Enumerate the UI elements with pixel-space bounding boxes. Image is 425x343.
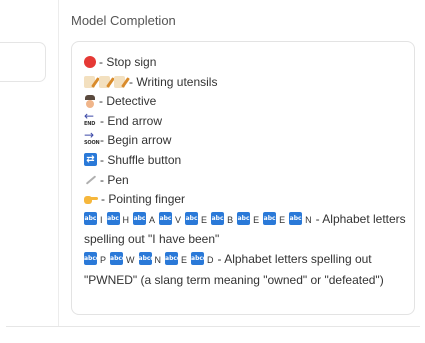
item-text: - Detective	[99, 94, 157, 109]
detective-icon	[84, 95, 96, 109]
letter-tile: abcdE	[165, 250, 190, 271]
writing-icon	[84, 75, 95, 88]
list-item: - Stop sign	[84, 53, 408, 73]
tile-letter: E	[201, 214, 208, 225]
item-text: - End arrow	[100, 113, 163, 128]
soon-arrow-icon: → SOON	[84, 128, 100, 147]
completion-box: - Stop sign - Writing utensils - Detecti…	[71, 41, 415, 315]
letter-tile: abc E	[185, 210, 210, 231]
item-text: - Shuffle button	[100, 152, 182, 167]
pen-icon	[84, 174, 97, 186]
abc-tile-icon: abc	[263, 211, 277, 225]
list-item: - Pen	[84, 171, 408, 191]
letter-tile: abc E	[263, 210, 288, 231]
abc-tile-icon: abc	[84, 211, 97, 225]
tile-letter: A	[149, 214, 156, 225]
alphabet-line: abc Iabc Habc Aabc Vabc Eabc Babc Eabc Eabc N - Al…	[84, 210, 408, 250]
letter-tile: abcdN	[138, 250, 165, 271]
tile-letter: D	[207, 254, 214, 265]
letter-tile: abc H	[106, 210, 133, 231]
alphabet-tiles: abc Iabc Habc Aabc Vabc Eabc Babc Eabc Eabc N	[84, 211, 316, 226]
list-item: ⇄ - Shuffle button	[84, 151, 408, 171]
abc-tile-icon: abcd	[165, 251, 179, 265]
red-circle-icon	[84, 56, 96, 68]
tile-letter: H	[122, 214, 130, 225]
writing-icon	[99, 75, 110, 88]
abc-tile-icon: abcd	[138, 251, 152, 265]
item-text: - Stop sign	[99, 55, 157, 69]
abc-tile-icon: abcd	[110, 251, 124, 265]
item-text: - Begin arrow	[100, 133, 172, 148]
abc-tile-icon: abc	[289, 211, 303, 225]
letter-tile: abcdW	[110, 250, 138, 271]
pwned-line: abcdPabcdWabcdNabcdEabcdD- Alphabet lett…	[84, 250, 408, 290]
left-panel-input-box[interactable]	[0, 42, 46, 82]
end-arrow-icon: ← END	[84, 108, 96, 127]
abc-tile-icon: abc	[159, 211, 173, 225]
abc-tile-icon: abc	[185, 211, 199, 225]
shuffle-icon: ⇄	[84, 152, 97, 166]
tile-letter: V	[175, 214, 182, 225]
panel-title: Model Completion	[71, 13, 176, 28]
letter-tile: abc I	[84, 210, 106, 231]
letter-tile: abcdD	[191, 250, 217, 271]
list-item: - Detective	[84, 92, 408, 112]
arrow-word: SOON	[84, 140, 100, 147]
pwned-tiles: abcdPabcdWabcdNabcdEabcdD	[84, 251, 218, 266]
model-completion-panel: Model Completion - Stop sign - Writing u…	[58, 0, 425, 326]
list-item: → SOON - Begin arrow	[84, 128, 408, 151]
pointing-finger-icon	[84, 193, 98, 205]
arrow-word: END	[84, 120, 96, 127]
list-item: ← END - End arrow	[84, 108, 408, 132]
letter-tile: abcdP	[84, 250, 109, 271]
abc-tile-icon: abcd	[84, 251, 97, 265]
tile-letter: W	[126, 254, 135, 265]
tile-letter: B	[227, 214, 234, 225]
letter-tile: abc A	[133, 210, 158, 231]
tile-letter: N	[305, 214, 312, 225]
letter-tile: abc E	[237, 210, 262, 231]
letter-tile: abc N	[289, 210, 315, 231]
tile-letter: E	[279, 214, 286, 225]
abc-tile-icon: abc	[211, 211, 225, 225]
writing-icon	[114, 75, 125, 88]
abc-tile-icon: abc	[237, 211, 251, 225]
abc-tile-icon: abc	[133, 211, 147, 225]
tile-letter: N	[154, 254, 162, 265]
abc-tile-icon: abc	[106, 211, 120, 225]
tile-letter: E	[253, 214, 260, 225]
left-divider	[6, 326, 420, 327]
tile-letter: P	[100, 254, 107, 265]
item-text: - Pen	[100, 172, 129, 187]
tile-letter: E	[181, 254, 188, 265]
list-item: - Writing utensils	[84, 73, 408, 93]
letter-tile: abc V	[159, 210, 184, 231]
list-item: - Pointing finger	[84, 190, 408, 210]
item-text: - Writing utensils	[129, 74, 218, 89]
tile-letter: I	[100, 214, 103, 225]
item-text: - Pointing finger	[101, 192, 186, 207]
letter-tile: abc B	[211, 210, 236, 231]
abc-tile-icon: abcd	[191, 251, 205, 265]
